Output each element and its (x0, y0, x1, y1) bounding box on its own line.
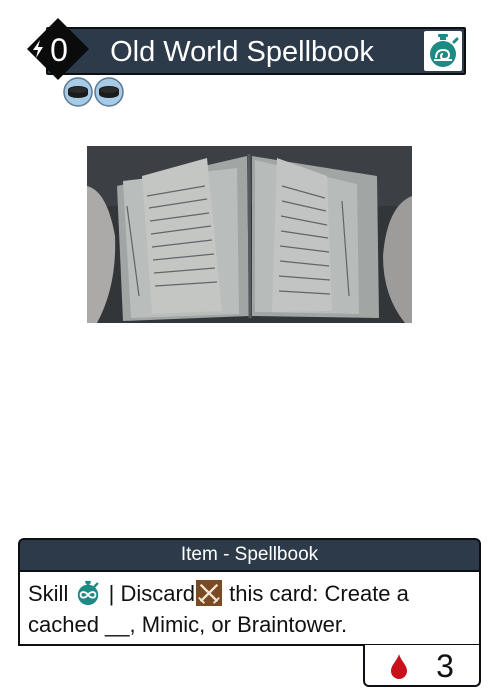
disc-token-icon (94, 77, 124, 107)
title-bar: Old World Spellbook (46, 27, 466, 75)
rules-text-box: Skill | Discard this card: Create a cach… (18, 570, 481, 646)
lightning-bolt-icon (33, 40, 43, 58)
cost-separator: | (108, 581, 115, 606)
slow-stopwatch-icon (424, 31, 462, 71)
type-line: Item - Spellbook (18, 538, 481, 570)
card-name: Old World Spellbook (110, 36, 374, 68)
stat-box: 3 (363, 645, 481, 687)
disc-token-icon (63, 77, 93, 107)
blood-drop-icon (391, 654, 407, 679)
skill-keyword: Skill (28, 581, 69, 606)
token-row (63, 77, 125, 107)
discard-keyword: Discard (120, 581, 196, 606)
card-art (87, 146, 412, 323)
crossed-swords-icon (196, 580, 223, 606)
infinity-stopwatch-icon (78, 580, 99, 606)
stat-value: 3 (436, 648, 454, 684)
cost-value: 0 (50, 32, 68, 68)
